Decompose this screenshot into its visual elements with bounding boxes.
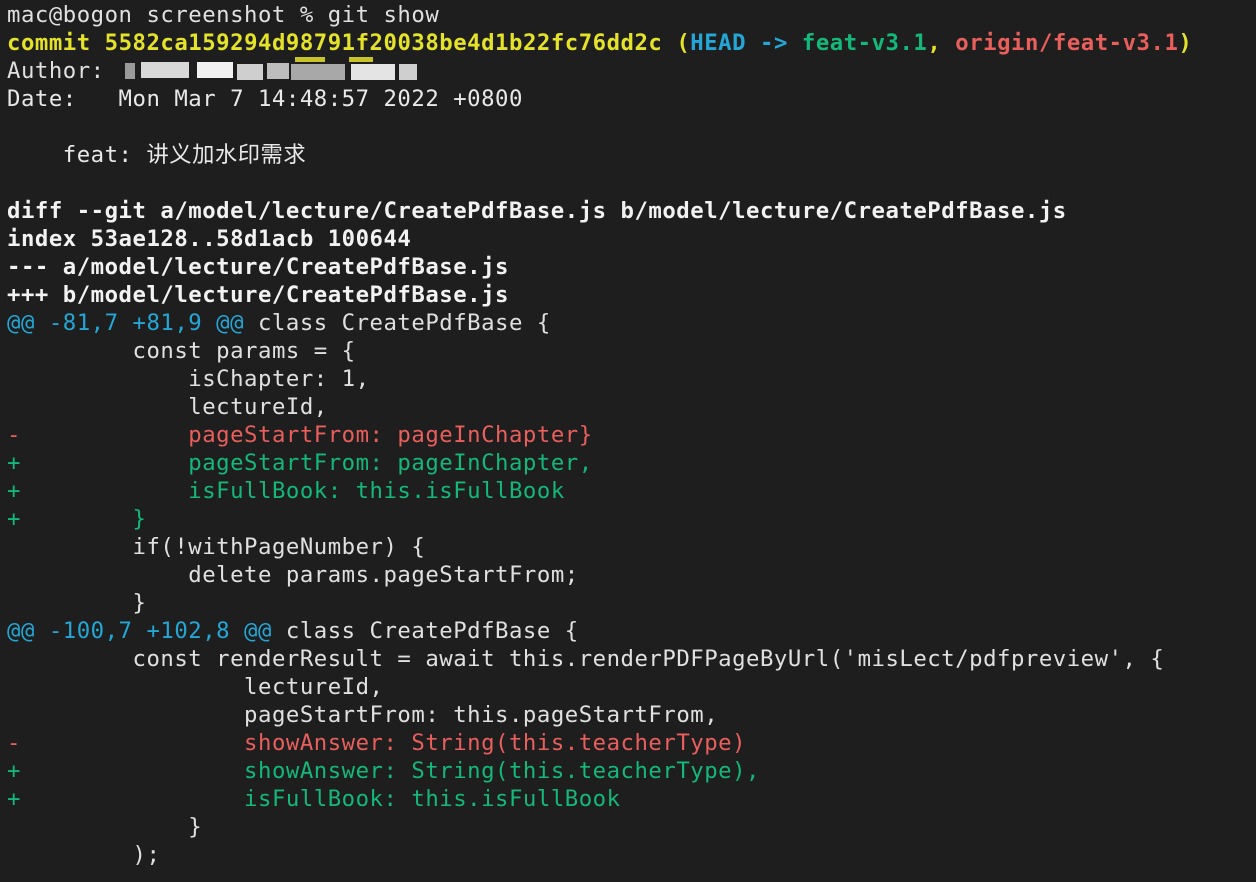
diff-code: isFullBook: this.isFullBook (20, 786, 621, 812)
diff-prefix (7, 394, 21, 420)
diff-prefix: + (7, 506, 21, 532)
remote-ref: origin/feat-v3.1 (955, 30, 1179, 56)
diff-code: pageStartFrom: pageInChapter} (20, 422, 593, 448)
diff-old-file-line: --- a/model/lecture/CreatePdfBase.js (7, 254, 509, 280)
commit-line: commit 5582ca159294d98791f20038be4d1b22f… (7, 29, 1192, 57)
diff-code: const params = { (20, 338, 356, 364)
hunk-context: class CreatePdfBase { (244, 310, 551, 336)
diff-prefix (7, 534, 21, 560)
diff-line-context: ); (7, 841, 160, 869)
redacted-email (119, 57, 429, 80)
hunk-header: @@ -100,7 +102,8 @@ class CreatePdfBase … (7, 617, 579, 645)
diff-code: } (20, 814, 203, 840)
diff-code: showAnswer: String(this.teacherType) (20, 730, 747, 756)
terminal-window[interactable]: mac@bogon screenshot % git show commit 5… (0, 0, 1256, 882)
diff-prefix (7, 590, 21, 616)
diff-line-context: } (7, 813, 202, 841)
diff-line-added: + isFullBook: this.isFullBook (7, 785, 621, 813)
diff-code: isFullBook: this.isFullBook (20, 478, 565, 504)
diff-prefix: + (7, 786, 21, 812)
diff-prefix (7, 366, 21, 392)
diff-code: const renderResult = await this.renderPD… (20, 646, 1165, 672)
author-line: Author: (7, 57, 429, 85)
diff-line-added: + pageStartFrom: pageInChapter, (7, 449, 593, 477)
diff-line-context: isChapter: 1, (7, 365, 370, 393)
diff-line-added: + showAnswer: String(this.teacherType), (7, 757, 760, 785)
diff-new-file-line: +++ b/model/lecture/CreatePdfBase.js (7, 282, 509, 308)
ref-comma: , (927, 30, 942, 56)
diff-prefix: + (7, 478, 21, 504)
hunk-header: @@ -81,7 +81,9 @@ class CreatePdfBase { (7, 309, 551, 337)
diff-line-added: + } (7, 505, 146, 533)
diff-code: delete params.pageStartFrom; (20, 562, 579, 588)
branch-ref: feat-v3.1 (801, 30, 928, 56)
diff-line-context: lectureId, (7, 393, 328, 421)
diff-prefix (7, 842, 21, 868)
diff-line-context: delete params.pageStartFrom; (7, 561, 579, 589)
diff-prefix (7, 674, 21, 700)
hunk-context: class CreatePdfBase { (271, 618, 579, 644)
ref-close-paren: ) (1178, 30, 1193, 56)
diff-prefix: + (7, 758, 21, 784)
diff-code: lectureId, (20, 674, 384, 700)
ref-open-paren: ( (676, 30, 691, 56)
diff-line-context: if(!withPageNumber) { (7, 533, 425, 561)
diff-code: if(!withPageNumber) { (20, 534, 426, 560)
hunk-range: @@ -81,7 +81,9 @@ (7, 310, 245, 336)
diff-prefix: - (7, 422, 21, 448)
diff-code: } (20, 590, 147, 616)
diff-prefix (7, 814, 21, 840)
diff-line-context: const renderResult = await this.renderPD… (7, 645, 1164, 673)
diff-prefix (7, 646, 21, 672)
diff-prefix (7, 562, 21, 588)
diff-prefix: - (7, 730, 21, 756)
author-label: Author: (7, 58, 105, 84)
hunk-range: @@ -100,7 +102,8 @@ (7, 618, 272, 644)
diff-line-context: lectureId, (7, 673, 384, 701)
diff-code: lectureId, (20, 394, 328, 420)
diff-line-context: } (7, 589, 146, 617)
diff-index-line: index 53ae128..58d1acb 100644 (7, 226, 412, 252)
diff-line-context: const params = { (7, 337, 356, 365)
prompt-line: mac@bogon screenshot % git show (7, 2, 440, 28)
head-arrow: -> (760, 30, 788, 56)
diff-line-context: pageStartFrom: this.pageStartFrom, (7, 701, 718, 729)
diff-line-removed: - showAnswer: String(this.teacherType) (7, 729, 746, 757)
diff-line-removed: - pageStartFrom: pageInChapter} (7, 421, 593, 449)
diff-prefix (7, 702, 21, 728)
diff-git-line: diff --git a/model/lecture/CreatePdfBase… (7, 198, 1067, 224)
diff-code: ); (20, 842, 161, 868)
date-line: Date: Mon Mar 7 14:48:57 2022 +0800 (7, 86, 523, 112)
commit-label: commit (7, 30, 91, 56)
diff-code: showAnswer: String(this.teacherType), (20, 758, 760, 784)
diff-prefix (7, 338, 21, 364)
diff-code: pageStartFrom: this.pageStartFrom, (20, 702, 719, 728)
commit-message: feat: 讲义加水印需求 (7, 142, 307, 168)
diff-code: isChapter: 1, (20, 366, 370, 392)
diff-line-added: + isFullBook: this.isFullBook (7, 477, 565, 505)
diff-code: } (20, 506, 147, 532)
head-ref: HEAD (690, 30, 747, 56)
diff-code: pageStartFrom: pageInChapter, (20, 450, 593, 476)
commit-hash: 5582ca159294d98791f20038be4d1b22fc76dd2c (104, 30, 663, 56)
diff-prefix: + (7, 450, 21, 476)
